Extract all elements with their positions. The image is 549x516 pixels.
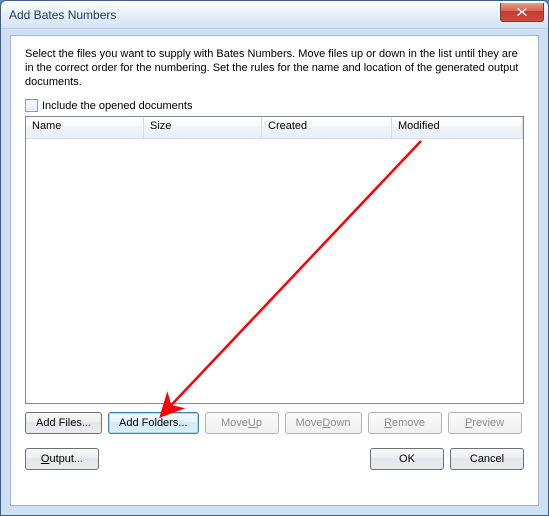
remove-button[interactable]: Remove [368,412,442,434]
preview-button[interactable]: Preview [448,412,522,434]
list-header: Name Size Created Modified [26,117,523,139]
output-button[interactable]: Output... [25,448,99,470]
bottom-button-row: Output... OK Cancel [25,448,524,470]
move-down-underline: D [322,417,330,429]
client-area: Select the files you want to supply with… [10,35,539,506]
include-opened-label: Include the opened documents [42,100,192,112]
include-opened-checkbox[interactable] [25,99,38,112]
output-underline: O [41,453,50,465]
move-up-underline: U [248,417,256,429]
file-list[interactable]: Name Size Created Modified [25,116,524,404]
move-up-button[interactable]: Move Up [205,412,279,434]
instruction-text: Select the files you want to supply with… [25,48,524,89]
add-files-button[interactable]: Add Files... [25,412,102,434]
window-title: Add Bates Numbers [9,8,116,22]
dialog-window: Add Bates Numbers Select the files you w… [0,0,549,516]
column-created[interactable]: Created [262,117,392,138]
column-name[interactable]: Name [26,117,144,138]
action-button-row: Add Files... Add Folders... Move Up Move… [25,412,524,434]
titlebar: Add Bates Numbers [1,1,548,29]
close-button[interactable] [500,3,544,22]
close-icon [516,7,528,17]
remove-underline: R [384,417,392,429]
ok-button[interactable]: OK [370,448,444,470]
move-down-button[interactable]: Move Down [285,412,362,434]
column-size[interactable]: Size [144,117,262,138]
column-modified[interactable]: Modified [392,117,523,138]
cancel-button[interactable]: Cancel [450,448,524,470]
preview-underline: P [465,417,472,429]
add-folders-button[interactable]: Add Folders... [108,412,198,434]
include-opened-row[interactable]: Include the opened documents [25,99,524,112]
